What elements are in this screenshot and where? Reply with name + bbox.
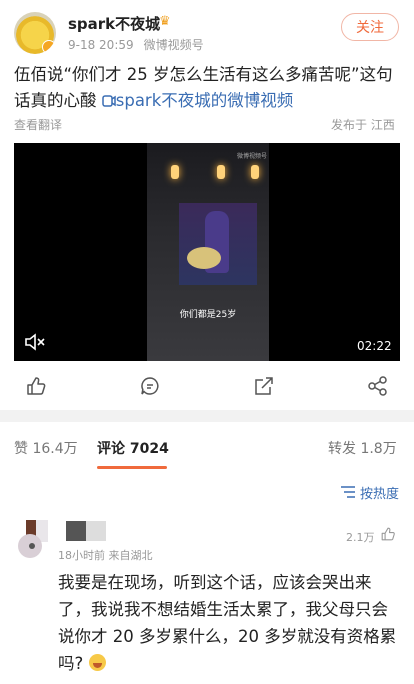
verified-badge-icon: [42, 40, 56, 54]
video-subtitle: 你们都是25岁: [179, 310, 237, 320]
video-link-icon: [102, 95, 116, 107]
video-link-label: spark不夜城的微博视频: [115, 91, 294, 110]
follow-button[interactable]: 关注: [341, 13, 399, 41]
like-icon[interactable]: [25, 375, 47, 397]
crying-emoji-icon: [88, 654, 106, 671]
comment-body: 我要是在现场，听到这个话，应该会哭出来了，我说我不想结婚生活太累了，我父母只会说…: [58, 573, 397, 673]
forward-icon[interactable]: [367, 375, 389, 397]
post-source[interactable]: 微博视频号: [144, 38, 204, 52]
comment-text: 我要是在现场，听到这个话，应该会哭出来了，我说我不想结婚生活太累了，我父母只会说…: [58, 569, 398, 677]
tab-bar: 赞 16.4万 评论 7024 转发 1.8万: [0, 422, 414, 472]
stage-light: [171, 165, 179, 179]
tab-comments[interactable]: 评论 7024: [97, 438, 169, 458]
active-tab-indicator: [97, 466, 167, 469]
commenter-name-badge: [86, 521, 106, 541]
comment-meta: 18小时前 来自湖北: [58, 549, 153, 562]
post-time: 9-18 20:59: [68, 38, 134, 52]
mute-icon[interactable]: [24, 333, 46, 351]
username[interactable]: spark不夜城: [68, 13, 160, 34]
commenter-avatar[interactable]: [8, 520, 48, 560]
section-divider: [0, 410, 414, 422]
comment-icon[interactable]: [139, 375, 161, 397]
video-watermark: 微博视频号: [237, 153, 268, 160]
video-player[interactable]: 微博视频号 你们都是25岁 02:22: [14, 143, 400, 361]
crown-icon: ♛: [159, 14, 171, 29]
stage-light: [217, 165, 225, 179]
stage-light: [251, 165, 259, 179]
tab-reposts[interactable]: 转发 1.8万: [328, 438, 397, 458]
translate-link[interactable]: 查看翻译: [14, 116, 62, 133]
share-icon[interactable]: [253, 375, 275, 397]
sort-icon: [341, 486, 355, 498]
comment-like-icon[interactable]: [380, 526, 396, 542]
post-meta: 9-18 20:59 微博视频号: [68, 36, 204, 53]
video-link[interactable]: spark不夜城的微博视频: [102, 91, 294, 110]
post-location: 发布于 江西: [331, 118, 395, 132]
comment-like-count: 2.1万: [346, 531, 375, 544]
guitar-figure: [187, 247, 221, 269]
sort-button[interactable]: 按热度: [360, 483, 399, 502]
video-frame: 微博视频号 你们都是25岁: [147, 143, 269, 361]
stage-screen: [179, 203, 257, 285]
video-duration: 02:22: [357, 339, 392, 353]
post-text: 伍佰说“你们才 25 岁怎么生活有这么多痛苦呢”这句话真的心酸 spark不夜城…: [14, 62, 404, 114]
avatar[interactable]: [14, 12, 56, 54]
tab-likes[interactable]: 赞 16.4万: [14, 438, 78, 458]
